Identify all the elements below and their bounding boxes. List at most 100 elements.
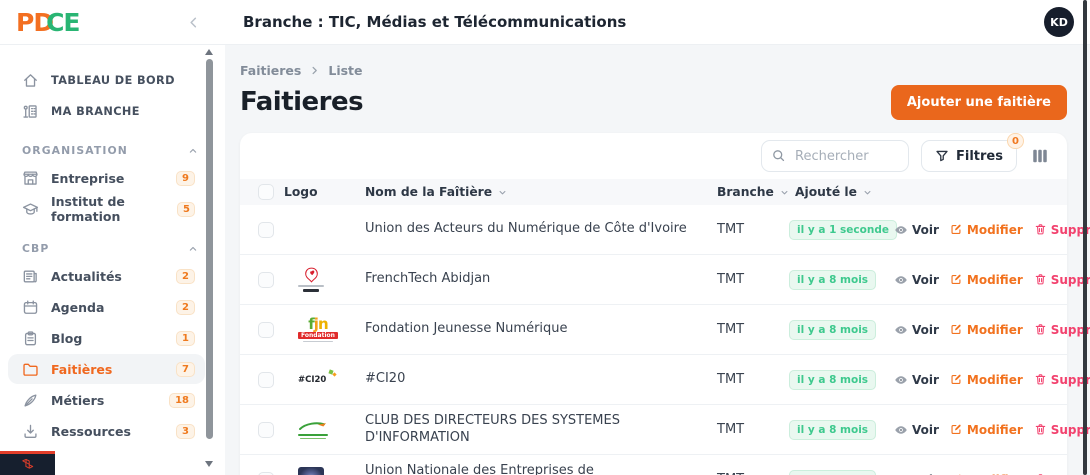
sidebar-item-label: Entreprise bbox=[51, 171, 124, 186]
eye-icon bbox=[894, 373, 908, 387]
avatar[interactable]: KD bbox=[1044, 7, 1074, 37]
sidebar-item-label: Agenda bbox=[51, 300, 104, 315]
sidebar-item-faitieres[interactable]: Faitières7 bbox=[8, 354, 205, 384]
sidebar-item-institut-de-formation[interactable]: Institut de formation 5 bbox=[8, 194, 205, 224]
sort-chevron-icon bbox=[497, 187, 508, 198]
sidebar-item-metiers[interactable]: Métiers18 bbox=[8, 385, 205, 415]
delete-button[interactable]: Supprimer bbox=[1034, 323, 1090, 337]
chevron-up-icon bbox=[187, 145, 199, 157]
view-button[interactable]: Voir bbox=[894, 423, 939, 437]
table-row[interactable]: #CI20 #CI20 TMT il y a 8 mois Voir Modif… bbox=[240, 355, 1067, 405]
search-box bbox=[761, 140, 909, 172]
view-button[interactable]: Voir bbox=[894, 323, 939, 337]
breadcrumb-item-liste[interactable]: Liste bbox=[328, 63, 362, 78]
table-body: Union des Acteurs du Numérique de Côte d… bbox=[240, 205, 1067, 475]
row-checkbox[interactable] bbox=[258, 422, 274, 438]
debugbar-toggle[interactable] bbox=[0, 451, 55, 475]
scrollbar-thumb[interactable] bbox=[206, 59, 213, 439]
column-header-added[interactable]: Ajouté le bbox=[789, 185, 894, 199]
sidebar-item-tableau-de-bord[interactable]: TABLEAU DE BORD bbox=[8, 65, 205, 95]
add-faitiere-button[interactable]: Ajouter une faitière bbox=[891, 85, 1067, 120]
delete-button[interactable]: Supprimer bbox=[1034, 273, 1090, 287]
sidebar-item-agenda[interactable]: Agenda 2 bbox=[8, 292, 205, 322]
breadcrumb-item-faitieres[interactable]: Faitieres bbox=[240, 63, 301, 78]
eye-icon bbox=[894, 323, 908, 337]
chevron-right-icon bbox=[309, 65, 320, 76]
table-row[interactable]: fjn Fondation Fondation Jeunesse Numériq… bbox=[240, 305, 1067, 355]
branch-title: Branche : TIC, Médias et Télécommunicati… bbox=[243, 13, 626, 31]
faitiere-name: Fondation Jeunesse Numérique bbox=[365, 321, 717, 337]
added-time-badge: il y a 8 mois bbox=[789, 420, 876, 440]
edit-button[interactable]: Modifier bbox=[950, 373, 1023, 387]
added-time-badge: il y a 8 mois bbox=[789, 370, 876, 390]
row-checkbox[interactable] bbox=[258, 322, 274, 338]
sidebar-item-label: Institut de formation bbox=[51, 194, 165, 224]
row-checkbox[interactable] bbox=[258, 272, 274, 288]
edit-button[interactable]: Modifier bbox=[950, 323, 1023, 337]
edit-pencil-icon bbox=[950, 423, 963, 436]
filters-button[interactable]: Filtres 0 bbox=[921, 140, 1017, 172]
trash-icon bbox=[1034, 423, 1047, 436]
delete-button[interactable]: Supprimer bbox=[1034, 423, 1090, 437]
scroll-down-arrow[interactable] bbox=[205, 461, 213, 467]
chevron-up-icon bbox=[187, 243, 199, 255]
sidebar-item-label: TABLEAU DE BORD bbox=[51, 74, 175, 87]
sidebar-item-ma-branche[interactable]: MA BRANCHE bbox=[8, 96, 205, 126]
edit-button[interactable]: Modifier bbox=[950, 223, 1023, 237]
view-button[interactable]: Voir bbox=[894, 273, 939, 287]
edit-button[interactable]: Modifier bbox=[950, 423, 1023, 437]
branch-value: TMT bbox=[717, 422, 789, 437]
page-head: Faitieres Liste Faitieres Ajouter une fa… bbox=[225, 45, 1090, 121]
count-badge: 5 bbox=[177, 202, 195, 217]
edit-button[interactable]: Modifier bbox=[950, 273, 1023, 287]
count-badge: 7 bbox=[176, 362, 195, 377]
column-header-logo[interactable]: Logo bbox=[284, 185, 365, 199]
table-row[interactable]: Union des Acteurs du Numérique de Côte d… bbox=[240, 205, 1067, 255]
table-row[interactable]: Union Nationale des Entreprises de Téléc… bbox=[240, 455, 1067, 475]
nav-section-cbp[interactable]: CBP bbox=[22, 242, 199, 255]
eye-icon bbox=[894, 223, 908, 237]
columns-toggle-button[interactable] bbox=[1029, 145, 1051, 167]
page-scrollbar[interactable] bbox=[1083, 0, 1087, 475]
sidebar-item-label: Ressources bbox=[51, 424, 131, 439]
sort-chevron-icon bbox=[862, 187, 873, 198]
calendar-icon bbox=[22, 299, 39, 316]
select-all-checkbox[interactable] bbox=[258, 184, 274, 200]
sidebar-item-blog[interactable]: Blog1 bbox=[8, 323, 205, 353]
nav-section-organisation[interactable]: ORGANISATION bbox=[22, 144, 199, 157]
added-time-badge: il y a 1 seconde bbox=[789, 220, 897, 240]
delete-button[interactable]: Supprimer bbox=[1034, 373, 1090, 387]
column-header-branch[interactable]: Branche bbox=[717, 185, 789, 199]
table-row[interactable]: FrenchTech Abidjan TMT il y a 8 mois Voi… bbox=[240, 255, 1067, 305]
row-checkbox[interactable] bbox=[258, 222, 274, 238]
table-header-row: Logo Nom de la Faîtière Branche Ajouté l… bbox=[240, 179, 1067, 205]
row-checkbox[interactable] bbox=[258, 372, 274, 388]
added-time-badge: il y a 8 mois bbox=[789, 270, 876, 290]
count-badge: 2 bbox=[176, 300, 195, 315]
cdsi-logo bbox=[298, 420, 328, 439]
faitiere-name: CLUB DES DIRECTEURS DES SYSTEMES D'INFOR… bbox=[365, 413, 717, 446]
sidebar-item-ressources[interactable]: Ressources3 bbox=[8, 416, 205, 446]
folder-icon bbox=[22, 361, 39, 378]
scroll-up-arrow[interactable] bbox=[205, 49, 213, 55]
delete-button[interactable]: Supprimer bbox=[1034, 223, 1090, 237]
sidebar-item-actualites[interactable]: Actualités 2 bbox=[8, 261, 205, 291]
edit-pencil-icon bbox=[950, 373, 963, 386]
table-row[interactable]: CLUB DES DIRECTEURS DES SYSTEMES D'INFOR… bbox=[240, 405, 1067, 455]
home-icon bbox=[22, 72, 39, 89]
count-badge: 2 bbox=[176, 269, 195, 284]
count-badge: 9 bbox=[176, 171, 195, 186]
sidebar-item-entreprise[interactable]: Entreprise 9 bbox=[8, 163, 205, 193]
trash-icon bbox=[1034, 223, 1047, 236]
faitiere-name: Union Nationale des Entreprises de Téléc… bbox=[365, 463, 717, 475]
eye-icon bbox=[894, 423, 908, 437]
view-button[interactable]: Voir bbox=[894, 373, 939, 387]
sidebar-item-label: Actualités bbox=[51, 269, 122, 284]
view-button[interactable]: Voir bbox=[894, 223, 939, 237]
table-card: Filtres 0 Logo Nom de la Faîtière Bran bbox=[240, 133, 1067, 475]
sidebar-collapse-button[interactable] bbox=[186, 15, 201, 30]
table-toolbar: Filtres 0 bbox=[240, 133, 1067, 179]
row-checkbox[interactable] bbox=[258, 472, 274, 475]
column-header-name[interactable]: Nom de la Faîtière bbox=[365, 185, 717, 199]
section-title: ORGANISATION bbox=[22, 144, 128, 157]
